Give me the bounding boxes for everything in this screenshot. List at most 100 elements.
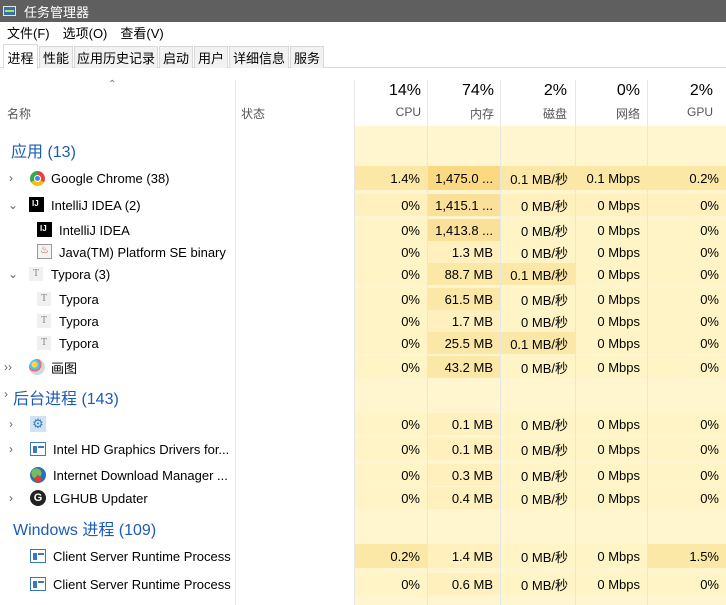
group-apps[interactable]: 应用 (13) [11,138,76,162]
network-cell: 0 Mbps [576,194,647,216]
cpu-cell: 0% [355,288,427,310]
gpu-cell: 0% [648,241,726,263]
gpu-cell: 0% [648,310,726,332]
memory-cell: 0.6 MB [428,573,500,595]
tab-app-history[interactable]: 应用历史记录 [74,46,158,68]
network-cell: 0 Mbps [576,263,647,285]
network-cell: 0 Mbps [576,310,647,332]
process-name: Google Chrome (38) [51,170,170,186]
app-window-icon [30,442,46,456]
process-name: Internet Download Manager ... [53,467,228,483]
menu-view[interactable]: 查看(V) [113,23,169,42]
tab-services[interactable]: 服务 [290,46,324,68]
app-window-icon [30,549,46,563]
paint-icon [29,359,45,375]
column-header-gpu[interactable]: GPU [648,105,713,119]
disk-cell: 0 MB/秒 [501,219,575,241]
cpu-cell: 0.2% [355,544,427,568]
typora-icon: T [29,267,43,281]
column-header-network[interactable]: 网络 [576,105,640,122]
process-name: Typora [59,291,99,307]
memory-cell: 88.7 MB [428,263,500,285]
chevron-down-icon[interactable]: ⌄ [8,263,18,285]
disk-cell: 0 MB/秒 [501,573,575,595]
network-cell: 0 Mbps [576,219,647,241]
table-row[interactable]: 0% 1.3 MB 0 MB/秒 0 Mbps 0% ♨ Java(TM) Pl… [0,241,726,263]
cpu-cell: 0% [355,356,427,378]
gpu-cell: 0% [648,332,726,354]
chevron-right-icon[interactable]: › [9,487,13,509]
table-row[interactable]: 0% 1.7 MB 0 MB/秒 0 Mbps 0% T Typora [0,310,726,332]
disk-cell: 0 MB/秒 [501,544,575,568]
sort-arrow-icon: ⌃ [108,79,117,90]
tab-performance[interactable]: 性能 [39,46,73,68]
tab-processes[interactable]: 进程 [3,44,38,69]
gpu-cell: 0% [648,288,726,310]
disk-cell: 0 MB/秒 [501,413,575,435]
chevron-down-icon[interactable]: ⌄ [8,194,18,216]
chevron-right-icon[interactable]: › [9,413,13,435]
memory-cell: 0.1 MB [428,413,500,435]
memory-cell: 61.5 MB [428,288,500,310]
chevron-right-icon[interactable]: ›› [4,356,12,378]
gpu-cell: 0% [648,573,726,595]
intellij-icon: IJ [29,197,44,212]
gpu-cell: 0% [648,356,726,378]
table-row[interactable]: 0% 0.1 MB 0 MB/秒 0 Mbps 0% › Intel HD Gr… [0,438,726,460]
tab-users[interactable]: 用户 [194,46,228,68]
gear-icon: ⚙ [30,416,46,432]
disk-cell: 0.1 MB/秒 [501,332,575,354]
table-row[interactable]: 0% 1,413.8 ... 0 MB/秒 0 Mbps 0% IJ Intel… [0,219,726,241]
menu-file[interactable]: 文件(F) [0,23,56,42]
memory-cell: 1,413.8 ... [428,219,500,241]
process-name: Java(TM) Platform SE binary [59,244,226,260]
table-row[interactable]: 0% 43.2 MB 0 MB/秒 0 Mbps 0% ›› 画图 [0,356,726,378]
table-row[interactable]: 0% 0.1 MB 0 MB/秒 0 Mbps 0% › ⚙ [0,413,726,435]
chevron-right-icon[interactable]: › [4,384,8,404]
typora-icon: T [37,336,51,350]
gpu-total: 2% [689,82,713,99]
tab-bar: 进程 性能 应用历史记录 启动 用户 详细信息 服务 [0,43,726,69]
network-cell: 0 Mbps [576,438,647,460]
chrome-icon [30,171,45,186]
cpu-cell: 0% [355,438,427,460]
tab-details[interactable]: 详细信息 [229,46,289,68]
typora-icon: T [37,314,51,328]
gpu-cell: 0% [648,219,726,241]
column-header-cpu[interactable]: CPU [355,105,421,119]
cpu-cell: 0% [355,413,427,435]
table-row[interactable]: 0% 0.3 MB 0 MB/秒 0 Mbps 0% Internet Down… [0,464,726,486]
chevron-right-icon[interactable]: › [9,166,13,190]
disk-cell: 0 MB/秒 [501,487,575,509]
group-windows-processes[interactable]: Windows 进程 (109) [13,516,156,540]
table-row[interactable]: 0% 25.5 MB 0.1 MB/秒 0 Mbps 0% T Typora [0,332,726,354]
tab-startup[interactable]: 启动 [159,46,193,68]
table-row[interactable]: 1.4% 1,475.0 ... 0.1 MB/秒 0.1 Mbps 0.2% … [0,166,726,190]
table-row[interactable]: 0% 0.4 MB 0 MB/秒 0 Mbps 0% › G LGHUB Upd… [0,487,726,509]
cpu-cell: 0% [355,310,427,332]
column-header-name[interactable]: 名称 [7,105,31,122]
memory-cell: 1.3 MB [428,241,500,263]
cpu-cell: 0% [355,464,427,486]
process-name: Typora [59,335,99,351]
table-row[interactable]: 0.2% 1.4 MB 0 MB/秒 0 Mbps 1.5% Client Se… [0,544,726,568]
memory-cell: 1,415.1 ... [428,194,500,216]
chevron-right-icon[interactable]: › [9,438,13,460]
cpu-cell: 0% [355,487,427,509]
table-row[interactable]: 0% 1,415.1 ... 0 MB/秒 0 Mbps 0% ⌄ IJ Int… [0,194,726,216]
column-header-disk[interactable]: 磁盘 [501,105,567,122]
column-header-memory[interactable]: 内存 [428,105,494,122]
process-name: Typora [59,313,99,329]
menu-options[interactable]: 选项(O) [56,23,114,42]
table-row[interactable]: 0% 61.5 MB 0 MB/秒 0 Mbps 0% T Typora [0,288,726,310]
table-row[interactable]: 0% 0.6 MB 0 MB/秒 0 Mbps 0% Client Server… [0,573,726,595]
typora-icon: T [37,292,51,306]
network-cell: 0 Mbps [576,487,647,509]
group-background-processes[interactable]: 后台进程 (143) [13,385,119,409]
table-row[interactable]: 0% 88.7 MB 0.1 MB/秒 0 Mbps 0% ⌄ T Typora… [0,263,726,285]
gpu-cell: 0% [648,413,726,435]
column-header-status[interactable]: 状态 [241,105,265,122]
memory-cell: 0.3 MB [428,464,500,486]
cpu-cell: 0% [355,263,427,285]
java-icon: ♨ [37,244,52,259]
